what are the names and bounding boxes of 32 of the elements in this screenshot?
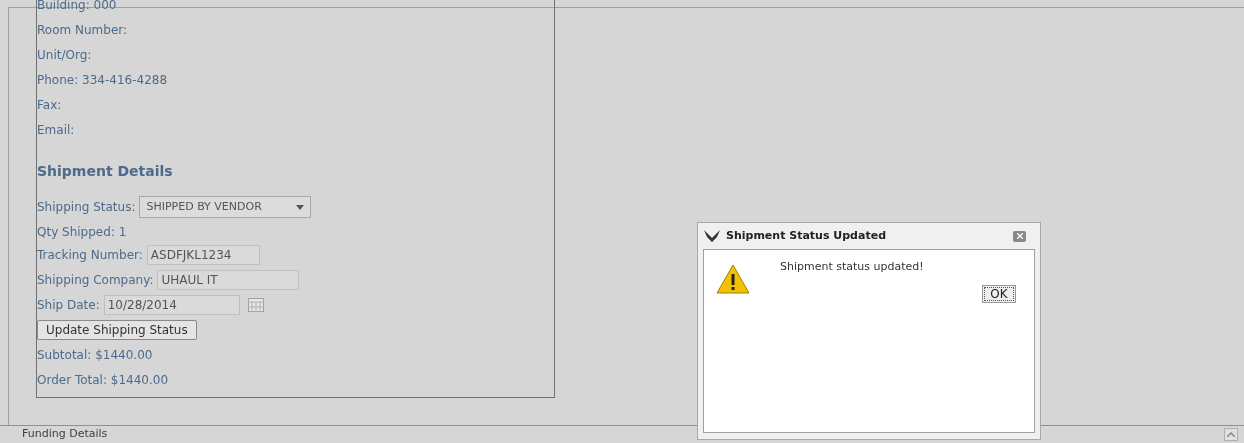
calendar-icon[interactable] bbox=[247, 297, 264, 312]
field-label: Shipping Company: bbox=[37, 271, 154, 289]
company-field[interactable]: UHAUL IT bbox=[157, 269, 300, 290]
contact-label: Phone: 334-416-4288 bbox=[37, 71, 168, 89]
qty-text: Qty Shipped: 1 bbox=[37, 224, 127, 241]
section-title: Funding Details bbox=[22, 426, 108, 443]
field-label: Shipping Status: bbox=[37, 199, 136, 216]
close-icon bbox=[1016, 233, 1023, 239]
ok-button[interactable]: OK bbox=[982, 285, 1016, 303]
warning-icon bbox=[716, 264, 750, 294]
chevron-up-icon bbox=[1227, 432, 1235, 437]
subtotal-text: Subtotal: $1440.00 bbox=[37, 346, 153, 364]
contact-label: Room Number: bbox=[37, 21, 128, 39]
dialog-message: Shipment status updated! bbox=[780, 259, 924, 275]
status-dropdown[interactable]: SHIPPED BY VENDOR bbox=[139, 196, 312, 218]
contact-label: Building: 000 bbox=[37, 0, 117, 14]
field-label: Tracking Number: bbox=[37, 246, 143, 264]
section-heading: Shipment Details bbox=[37, 161, 173, 181]
field-label: Ship Date: bbox=[37, 296, 100, 314]
contact-label: Fax: bbox=[37, 96, 62, 114]
wings-logo-icon bbox=[704, 230, 720, 242]
expand-button[interactable] bbox=[1224, 428, 1238, 441]
total-text: Order Total: $1440.00 bbox=[37, 371, 169, 389]
date-field[interactable]: 10/28/2014 bbox=[103, 294, 240, 315]
caret-icon bbox=[296, 204, 305, 210]
dropdown-value: SHIPPED BY VENDOR bbox=[146, 198, 262, 215]
contact-label: Unit/Org: bbox=[37, 46, 92, 64]
close-button[interactable] bbox=[1013, 230, 1026, 242]
dialog-title: Shipment Status Updated bbox=[726, 227, 886, 244]
contact-label: Email: bbox=[37, 121, 75, 139]
update-button[interactable]: Update Shipping Status bbox=[37, 319, 197, 340]
tracking-field[interactable]: ASDFJKL1234 bbox=[146, 244, 260, 265]
